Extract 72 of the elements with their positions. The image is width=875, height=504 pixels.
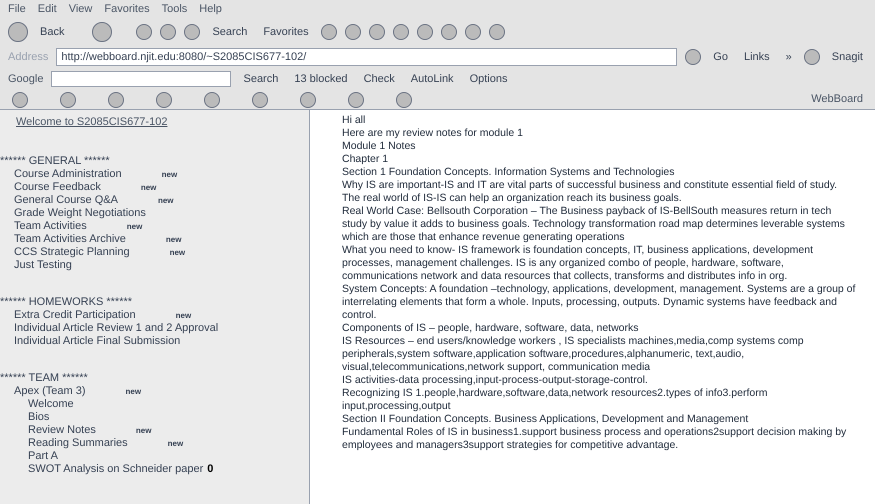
webboard-label: WebBoard [811,92,863,108]
links-button[interactable]: Links [740,48,774,66]
forum-link[interactable]: Grade Weight Negotiations [14,206,146,220]
favorites-button[interactable]: Favorites [259,24,313,40]
forum-link[interactable]: Just Testing [14,258,72,272]
new-label: new [170,246,186,258]
section-heading: ****** GENERAL ****** [0,154,111,168]
menu-item[interactable]: Favorites [104,0,150,18]
forum-link[interactable]: General Course Q&A [14,194,118,206]
google-search-button[interactable]: Search [239,70,282,88]
message-text: Section II Foundation Concepts. Business Applications, Development and Management [342,413,750,426]
google-search-field[interactable] [51,71,232,87]
snagit-button[interactable]: Snagit [828,48,867,66]
new-label: new [166,234,182,246]
forum-link[interactable]: Individual Article Final Submission [14,334,180,348]
new-label: new [168,438,184,450]
forum-link[interactable]: Course Feedback [14,180,101,194]
section-heading: ****** TEAM ****** [0,372,89,384]
message-text: The real world of IS-IS can help an organization reach its business goals. [342,192,683,205]
options-button[interactable]: Options [466,70,512,88]
google-logo[interactable]: Google [8,70,44,88]
message-text: Here are my review notes for module 1 [342,127,524,140]
forum-link[interactable]: Extra Credit Participation [14,308,136,322]
spell-check-button[interactable]: Check [360,70,399,88]
forum-link[interactable]: Welcome [28,398,74,410]
forum-link[interactable]: Apex (Team 3) [14,384,86,398]
message-text: Chapter 1 [342,153,390,166]
new-label: new [158,194,174,206]
forum-link[interactable]: Review Notes [28,424,96,436]
section-heading: ****** HOMEWORKS ****** [0,296,134,308]
forum-link[interactable]: SWOT Analysis on Schneider paper [28,462,204,476]
menu-item[interactable]: Help [199,0,222,18]
new-label: new [162,168,178,180]
popup-blocked-button[interactable]: 13 blocked [290,70,352,88]
count-text: 0 [207,462,214,476]
address-label: Address [8,50,48,65]
new-label: new [126,386,142,398]
autolink-button[interactable]: AutoLink [406,70,458,88]
message-text: IS activities-data processing,input-process-output-storage-control. [342,374,649,387]
message-text: Section 1 Foundation Concepts. Information Systems and Technologies [342,166,676,179]
go-button[interactable]: Go [709,48,732,66]
search-button[interactable]: Search [208,24,252,40]
message-text: Real World Case: Bellsouth Corporation – The Business payback of IS-BellSouth measures return in tech study by value it adds to business goals. Technology transformation road map determines leverable systems which are those that enhance revenue generating operations [342,205,846,244]
forum-link[interactable]: Reading Summaries [28,436,128,450]
message-text: IS Resources – end users/knowledge workers , IS specialists machines,media,comp systems comp peripherals,system software,application software,procedures,alphanumeric, text,audio, visual,telecommunications,network support, communication media [342,335,805,374]
message-text: Why IS are important-IS and IT are vital parts of successful business and constitute essential field of study. [342,179,838,192]
message-text: Module 1 Notes [342,140,417,153]
menu-item[interactable]: Tools [162,0,188,18]
message-text: Components of IS – people, hardware, software, data, networks [342,322,640,335]
message-text: System Concepts: A foundation –technology, applications, development, management. Systems are a group of interrelating elements that form a whole. Inputs, processing, outputs. Dynamic systems have feedback and control. [342,283,856,322]
message-text: Recognizing IS 1.people,hardware,software,data,network resources2.types of info3.perform input,processing,output [342,387,768,413]
menu-item[interactable]: Edit [38,0,57,18]
more-button[interactable]: » [782,48,796,66]
forum-link[interactable]: Team Activities Archive [14,232,126,246]
message-text: Hi all [342,114,366,127]
message-text: Fundamental Roles of IS in business1.support business process and operations2support decision making by employees and managers3support strategies for competitive advantage. [342,426,848,452]
forum-link[interactable]: Team Activities [14,220,87,232]
forum-link[interactable]: Part A [28,450,58,462]
new-label: new [136,424,152,436]
new-label: new [140,182,156,194]
forum-link[interactable]: Bios [28,410,50,424]
forum-link[interactable]: Course Administration [14,168,122,180]
menu-item[interactable]: View [68,0,92,18]
forum-link[interactable]: Individual Article Review 1 and 2 Approval [14,322,218,334]
menu-item[interactable]: File [8,0,26,18]
new-label: new [126,220,142,232]
back-button[interactable]: Back [36,24,68,40]
welcome-link[interactable]: Welcome to S2085CIS677-102 [16,114,309,130]
new-label: new [176,310,192,322]
message-text: What you need to know- IS framework is foundation concepts, IT, business applications, development processes, management challenges. IS is any organized combo of people, hardware, software, communications network and data resources that collects, transforms and distributes info in org. [342,244,814,283]
forum-link[interactable]: CCS Strategic Planning [14,246,130,258]
address-field[interactable]: http://webboard.njit.edu:8080/~S2085CIS677-102/ [56,48,678,66]
